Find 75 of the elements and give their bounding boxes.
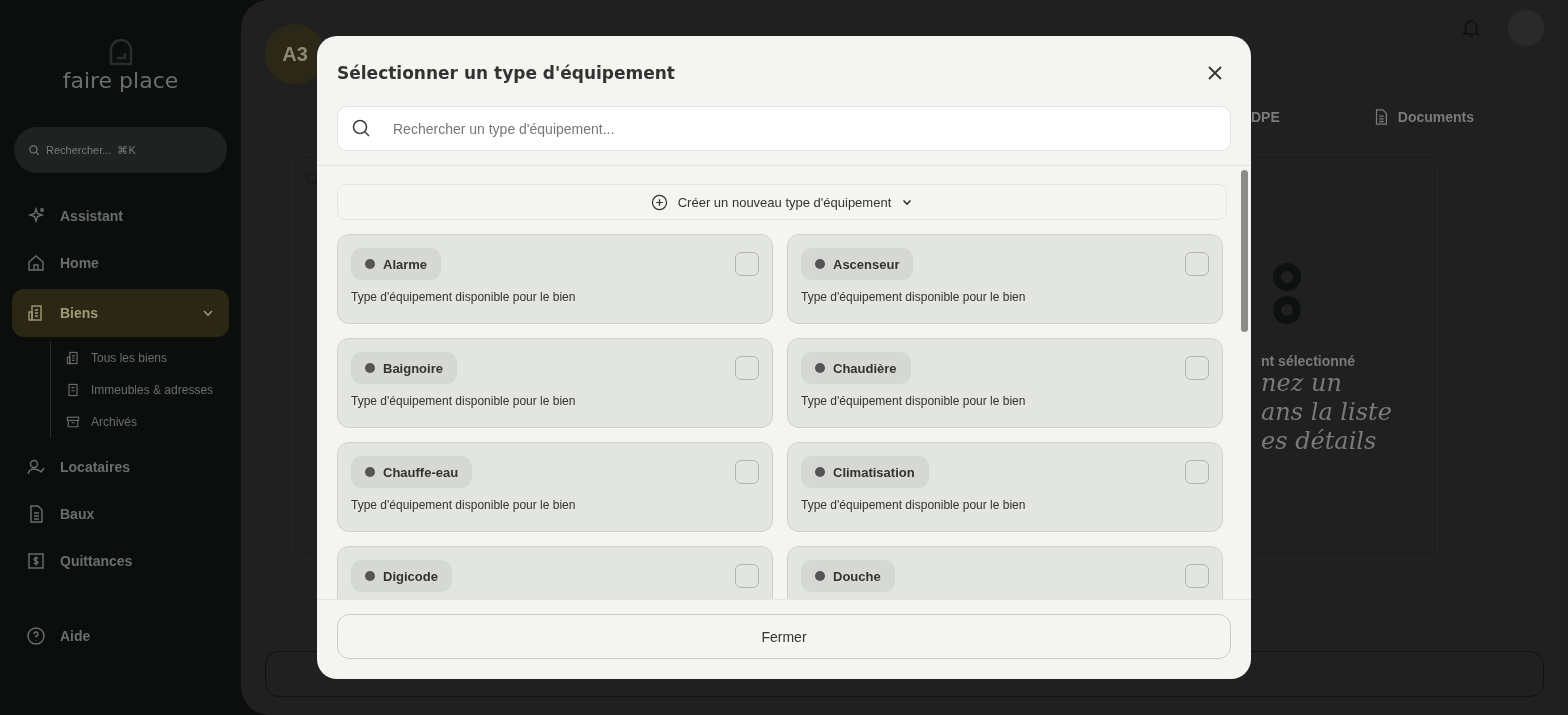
sidebar-item-label: Baux xyxy=(60,506,95,522)
equipment-card[interactable]: Climatisation Type d'équipement disponible pour le bien xyxy=(787,442,1223,532)
tab[interactable]: Documents xyxy=(1371,108,1474,126)
equipment-tag: Digicode xyxy=(351,560,452,592)
checkbox[interactable] xyxy=(735,564,759,588)
sidebar-subitem-label: Immeubles & adresses xyxy=(91,383,214,397)
equipment-description: Type d'équipement disponible pour le bien xyxy=(801,290,1027,304)
empty-state-title: nt sélectionné xyxy=(1261,353,1356,369)
equipment-tag: Chauffe-eau xyxy=(351,456,473,488)
equipment-tag: Douche xyxy=(801,560,895,592)
equipment-card[interactable]: Baignoire Type d'équipement disponible pour le bien xyxy=(337,338,773,428)
dollar-icon xyxy=(26,551,46,571)
block-icon xyxy=(65,382,81,398)
checkbox[interactable] xyxy=(1185,564,1209,588)
sidebar-item[interactable]: Baux xyxy=(12,493,229,535)
equipment-description: Type d'équipement disponible pour le bien xyxy=(351,290,577,304)
help-item[interactable]: Aide xyxy=(12,615,229,657)
equipment-description: Type d'équipement disponible pour le bien xyxy=(801,394,1027,408)
logo-text: faire place xyxy=(62,68,179,93)
sidebar-item[interactable]: Quittances xyxy=(12,540,229,582)
sidebar-subitem-label: Tous les biens xyxy=(91,351,168,365)
equipment-description: Type d'équipement disponible pour le bien xyxy=(351,394,577,408)
equipment-description: Type d'équipement disponible pour le bien xyxy=(351,498,577,512)
equipment-description: Type d'équipement disponible pour le bien xyxy=(801,498,1027,512)
equipment-card[interactable]: Douche xyxy=(787,546,1223,599)
checkbox[interactable] xyxy=(735,252,759,276)
shortcut-hint: ⌘K xyxy=(117,143,136,157)
checkbox[interactable] xyxy=(735,356,759,380)
sidebar-item[interactable]: Locataires xyxy=(12,446,229,488)
sidebar-item-label: Locataires xyxy=(60,459,131,475)
scrollbar[interactable] xyxy=(1241,170,1248,332)
equipment-card[interactable]: Digicode xyxy=(337,546,773,599)
create-type-button[interactable]: Créer un nouveau type d'équipement xyxy=(337,184,1227,220)
sidebar-search-field[interactable]: Rechercher... ⌘K xyxy=(14,127,227,173)
equipment-card[interactable]: Alarme Type d'équipement disponible pour le bien xyxy=(337,234,773,324)
checkbox[interactable] xyxy=(735,460,759,484)
sidebar-subitem[interactable]: Immeubles & adresses xyxy=(65,374,229,406)
plus-circle-icon xyxy=(650,193,668,211)
search-field[interactable]: Rechercher un type d'équipement... xyxy=(337,106,1231,151)
sidebar-item-label: Home xyxy=(60,255,99,271)
close-button[interactable]: Fermer xyxy=(337,614,1231,659)
equipment-card[interactable]: Ascenseur Type d'équipement disponible pour le bien xyxy=(787,234,1223,324)
equipment-tag: Alarme xyxy=(351,248,442,280)
modal-title: Sélectionner un type d'équipement xyxy=(337,63,675,83)
close-icon[interactable] xyxy=(1207,65,1223,81)
tab[interactable]: DPE xyxy=(1250,108,1280,126)
sidebar-subitem[interactable]: Tous les biens xyxy=(65,342,229,374)
sidebar-item-label: Quittances xyxy=(60,553,133,569)
help-label: Aide xyxy=(60,628,91,644)
checkbox[interactable] xyxy=(1185,460,1209,484)
empty-state-hint: es détails xyxy=(1261,427,1377,456)
sidebar-subitem[interactable]: Archivés xyxy=(65,406,229,438)
equipment-card[interactable]: Chauffe-eau Type d'équipement disponible pour le bien xyxy=(337,442,773,532)
home-icon xyxy=(26,253,46,273)
empty-state-hint: ans la liste xyxy=(1261,398,1392,427)
empty-state-hint: nez un xyxy=(1261,369,1342,398)
equipment-tag: Climatisation xyxy=(801,456,929,488)
search-placeholder: Rechercher... xyxy=(46,144,112,156)
sidebar-item[interactable]: Assistant xyxy=(12,195,229,237)
sidebar-item[interactable]: Biens xyxy=(12,289,229,337)
building-icon xyxy=(65,350,81,366)
sidebar-subitem-label: Archivés xyxy=(91,415,137,429)
help-icon xyxy=(26,626,46,646)
checkbox[interactable] xyxy=(1185,356,1209,380)
house-logo-icon xyxy=(107,38,134,66)
archive-icon xyxy=(65,414,81,430)
sidebar-item[interactable]: Home xyxy=(12,242,229,284)
equipment-tag: Baignoire xyxy=(351,352,457,384)
equipment-tag: Ascenseur xyxy=(801,248,914,280)
user-icon xyxy=(26,457,46,477)
equipment-card[interactable]: Chaudière Type d'équipement disponible pour le bien xyxy=(787,338,1223,428)
sidebar-item-label: Assistant xyxy=(60,208,124,224)
sidebar-item-label: Biens xyxy=(60,305,99,321)
checkbox[interactable] xyxy=(1185,252,1209,276)
equipment-tag: Chaudière xyxy=(801,352,911,384)
